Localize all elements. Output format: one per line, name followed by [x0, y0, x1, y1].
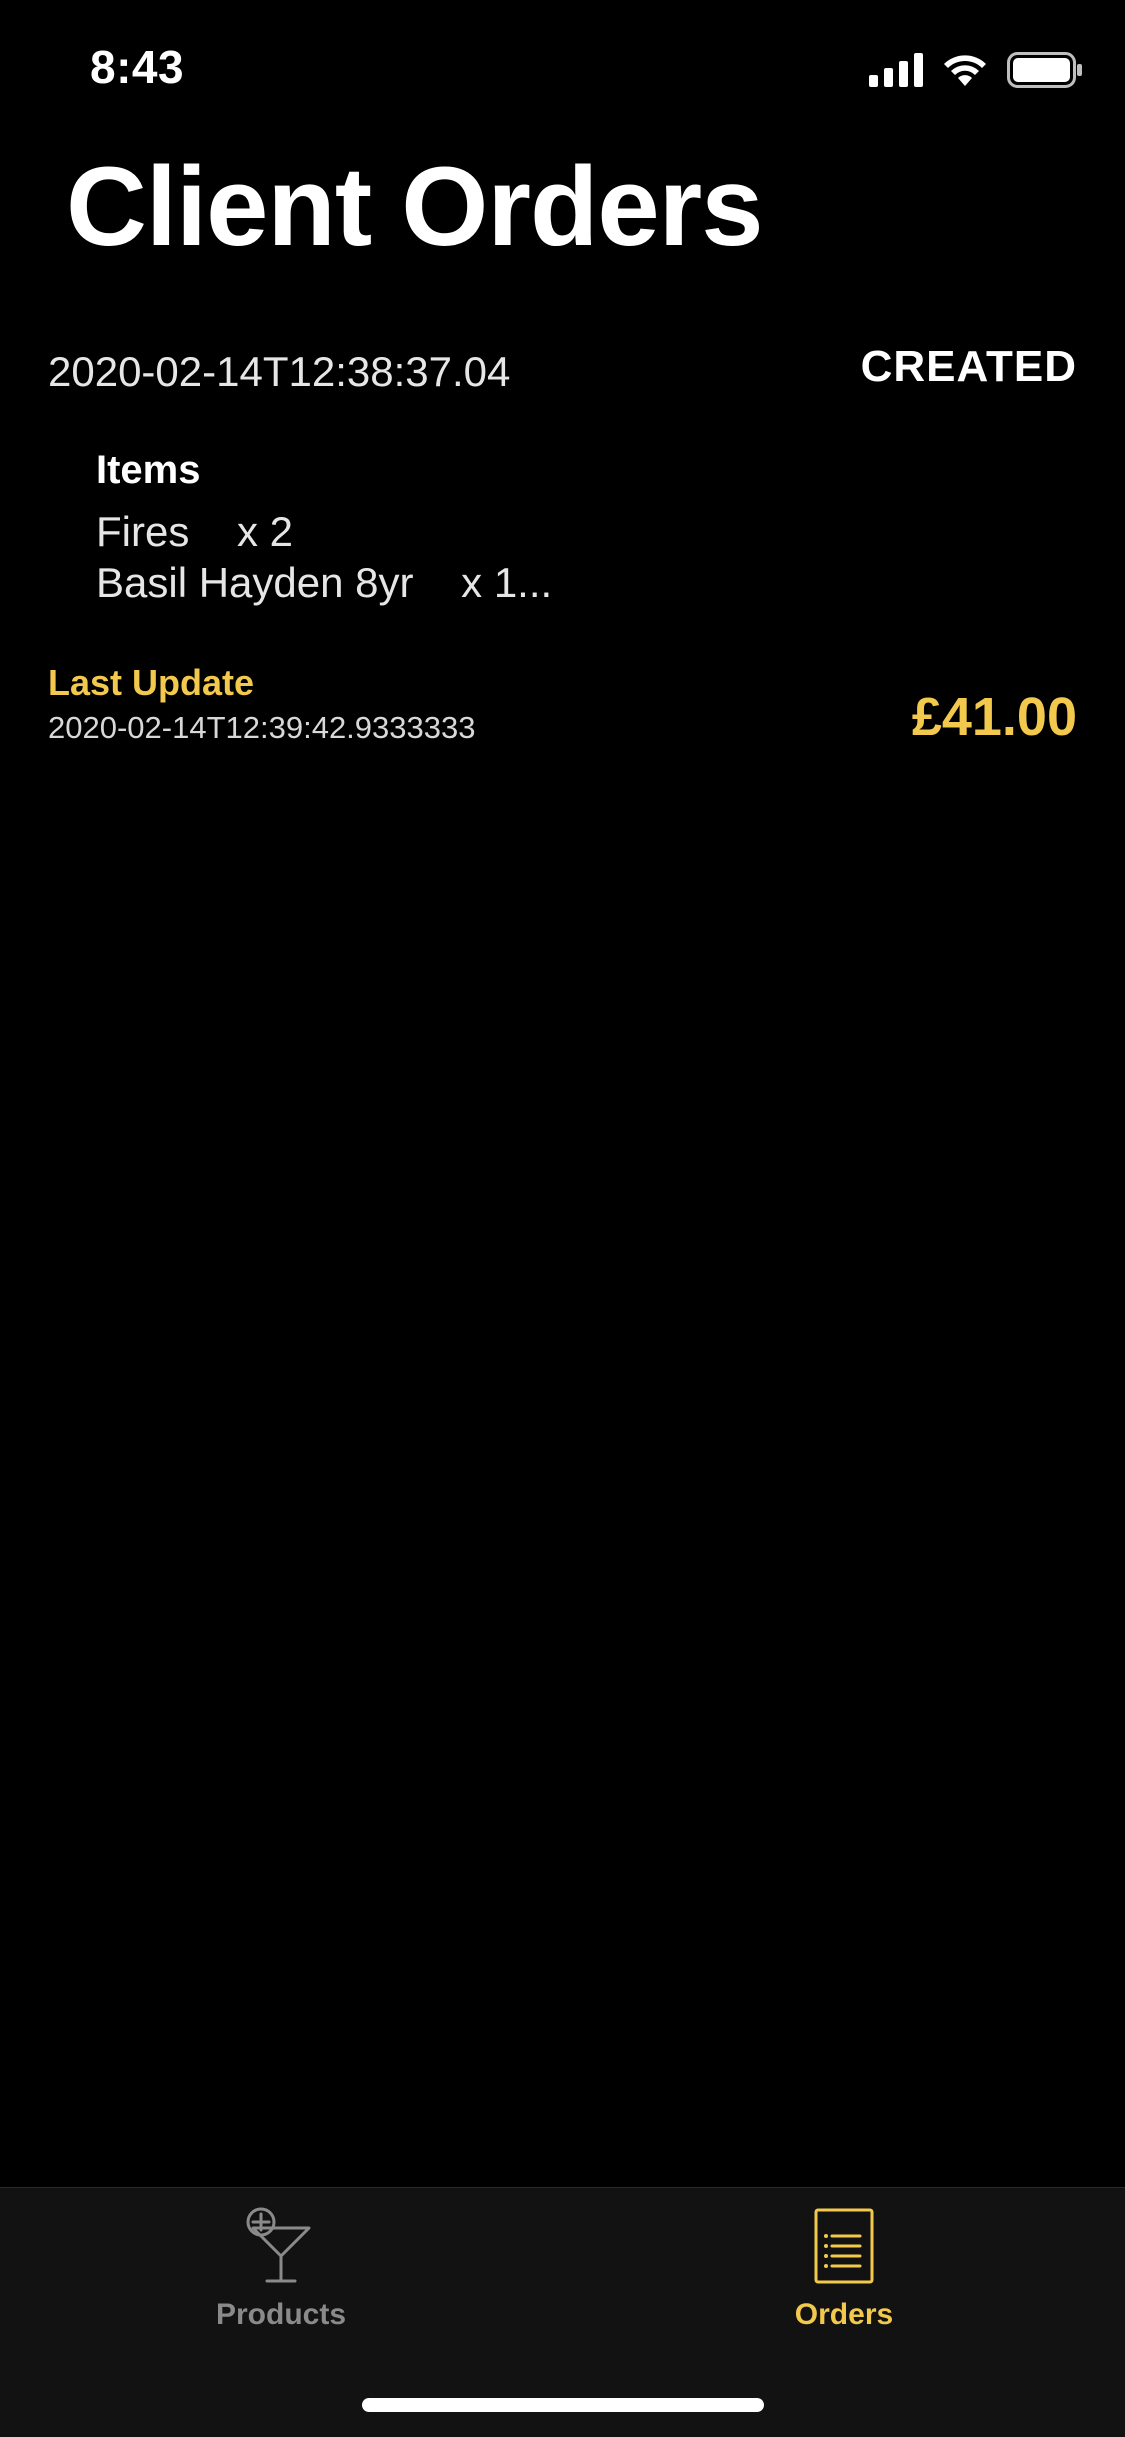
- last-update-label: Last Update: [48, 662, 255, 703]
- status-time: 8:43: [90, 41, 185, 93]
- home-indicator[interactable]: [362, 2398, 764, 2412]
- cocktail-glass-icon: [246, 2207, 311, 2283]
- item-name: Fires: [96, 508, 190, 555]
- items-list: Fires x 2 Basil Hayden 8yr x 1...: [96, 506, 552, 608]
- item-quantity: x 2: [237, 508, 294, 555]
- order-price: £41.00: [911, 687, 1077, 747]
- order-date: 2020-02-14T12:38:37.04: [48, 348, 511, 395]
- page-title: Client Orders: [66, 144, 764, 269]
- order-status: CREATED: [860, 342, 1077, 391]
- order-card[interactable]: 2020-02-14T12:38:37.04 CREATED Items Fir…: [48, 330, 1077, 760]
- list-item: Fires x 2: [96, 506, 552, 557]
- item-name: Basil Hayden 8yr: [96, 559, 414, 606]
- wifi-icon: [944, 55, 986, 86]
- tab-products[interactable]: Products: [0, 2188, 562, 2348]
- item-quantity: x 1...: [461, 559, 553, 606]
- signal-icon: [869, 53, 923, 87]
- receipt-list-icon: [814, 2208, 874, 2284]
- last-update-value: 2020-02-14T12:39:42.9333333: [48, 710, 476, 745]
- battery-icon: [1007, 52, 1082, 88]
- tab-orders[interactable]: Orders: [563, 2188, 1125, 2348]
- list-item: Basil Hayden 8yr x 1...: [96, 557, 552, 608]
- items-heading: Items: [96, 448, 201, 492]
- tab-label: Orders: [794, 2298, 894, 2331]
- tab-label: Products: [215, 2298, 347, 2331]
- status-bar: 8:43: [0, 0, 1125, 132]
- status-icons: [869, 52, 1083, 88]
